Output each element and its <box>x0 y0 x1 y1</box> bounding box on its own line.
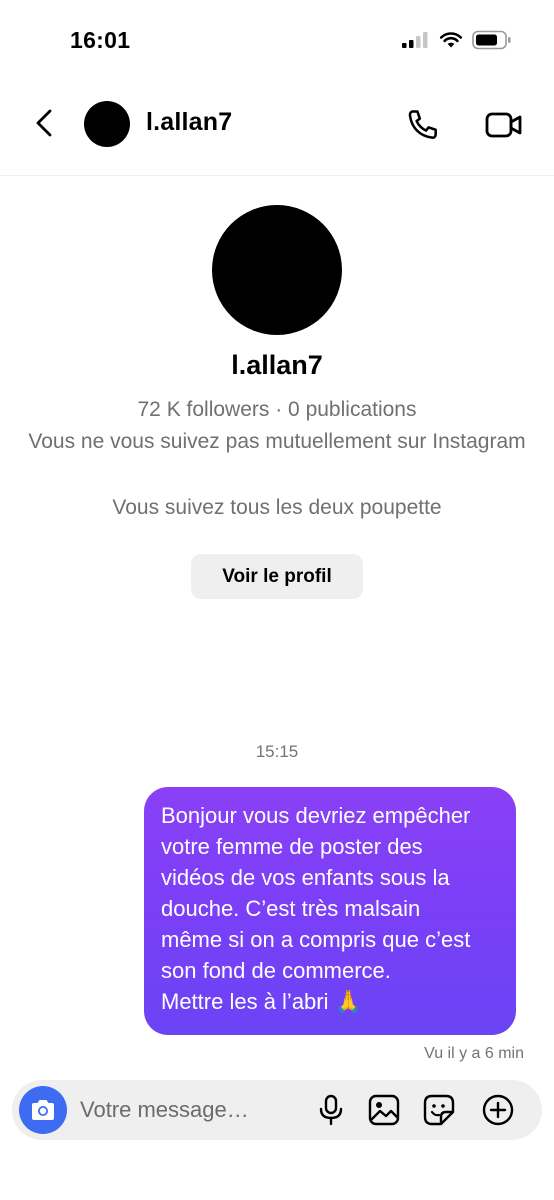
microphone-button[interactable] <box>314 1093 348 1127</box>
profile-mutual-info: Vous ne vous suivez pas mutuellement sur… <box>28 430 526 453</box>
camera-icon <box>32 1100 54 1120</box>
cellular-signal-icon <box>402 32 428 48</box>
message-timestamp: 15:15 <box>255 742 299 761</box>
video-call-button[interactable] <box>484 106 524 144</box>
image-icon <box>368 1094 400 1126</box>
header-avatar[interactable] <box>84 101 130 147</box>
view-profile-button[interactable]: Voir le profil <box>191 554 363 599</box>
sticker-button[interactable] <box>422 1093 456 1127</box>
battery-icon <box>472 30 511 50</box>
wifi-icon <box>439 32 463 48</box>
status-time: 16:01 <box>70 27 131 53</box>
profile-avatar[interactable] <box>212 205 342 335</box>
chevron-left-icon <box>36 109 52 137</box>
status-icons <box>402 30 512 50</box>
sticker-icon <box>423 1094 455 1126</box>
header-username[interactable]: l.allan7 <box>146 108 232 137</box>
sent-message-bubble[interactable]: Bonjour vous devriez empêcher votre femm… <box>144 787 516 1035</box>
seen-status: Vu il y a 6 min <box>424 1045 524 1062</box>
voice-call-button[interactable] <box>404 106 442 144</box>
phone-icon <box>408 110 437 139</box>
chat-header: l.allan7 <box>0 80 554 176</box>
video-camera-icon <box>485 112 522 138</box>
camera-button[interactable] <box>19 1086 67 1134</box>
gallery-button[interactable] <box>367 1093 401 1127</box>
message-text: Bonjour vous devriez empêcher votre femm… <box>161 803 471 1014</box>
more-button[interactable] <box>481 1093 515 1127</box>
status-bar: 16:01 <box>0 0 554 80</box>
profile-username: l.allan7 <box>231 350 323 380</box>
plus-circle-icon <box>482 1094 514 1126</box>
message-composer <box>12 1080 542 1140</box>
profile-common-follow: Vous suivez tous les deux poupette <box>112 496 442 519</box>
microphone-icon <box>319 1094 343 1126</box>
message-input[interactable] <box>80 1094 300 1126</box>
profile-stats: 72 K followers · 0 publications <box>137 398 417 421</box>
back-button[interactable] <box>28 106 62 140</box>
